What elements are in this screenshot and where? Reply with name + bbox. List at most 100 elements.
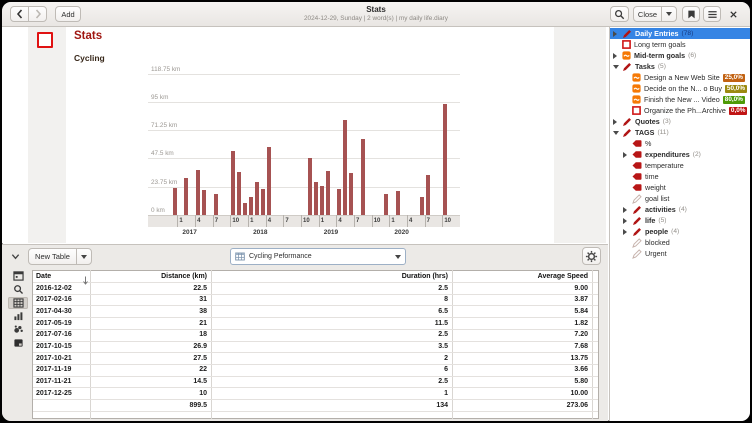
table-cell[interactable]: 2017-11-21 [36, 378, 71, 385]
table-header-2[interactable]: Duration (hrs) [402, 273, 448, 280]
entries-sidebar[interactable]: Daily Entries(78)Long term goalsMid-term… [609, 27, 750, 421]
table-row[interactable] [32, 352, 599, 364]
table-row[interactable] [32, 329, 599, 341]
table-row[interactable] [32, 376, 599, 388]
new-table-menu-button[interactable] [76, 248, 92, 265]
table-header-3[interactable]: Average Speed [538, 273, 588, 280]
add-button[interactable]: Add [55, 6, 81, 22]
table-cell[interactable]: 134 [436, 402, 448, 409]
table-cell[interactable]: 2017-11-19 [36, 366, 71, 373]
table-row[interactable] [32, 387, 599, 399]
table-cell[interactable]: 2017-02-16 [36, 296, 72, 303]
table-cell[interactable]: 2.5 [438, 331, 448, 338]
table-cell[interactable]: 2017-10-15 [36, 343, 72, 350]
table-cell[interactable]: 22 [199, 366, 207, 373]
table-cell[interactable]: 6 [444, 366, 448, 373]
table-cell[interactable]: 2017-12-25 [36, 390, 72, 397]
tree-item-design-a-new-web-site[interactable]: Design a New Web Site25,0% [610, 72, 750, 83]
table-cell[interactable]: 26.9 [193, 343, 207, 350]
table-row[interactable] [32, 305, 599, 317]
table-cell[interactable]: 38 [199, 308, 207, 315]
tree-item-goal-list[interactable]: goal list [610, 193, 750, 204]
tree-item-decide-on-the-n-o-buy[interactable]: Decide on the N... o Buy50,0% [610, 83, 750, 94]
table-cell[interactable]: 2.5 [438, 285, 448, 292]
tree-item-temperature[interactable]: temperature [610, 160, 750, 171]
tree-item-weight[interactable]: weight [610, 182, 750, 193]
table-cell[interactable]: 7.68 [574, 343, 588, 350]
table-settings-button[interactable] [582, 247, 601, 265]
table-cell[interactable]: 2017-07-16 [36, 331, 72, 338]
tree-item-tasks[interactable]: Tasks(5) [610, 61, 750, 72]
table-cell[interactable]: 13.75 [570, 355, 588, 362]
table-row[interactable] [32, 317, 599, 329]
expander-expanded-icon[interactable] [613, 131, 622, 135]
table-cell[interactable]: 1.82 [574, 320, 588, 327]
back-button[interactable] [10, 6, 29, 22]
editor-pane[interactable]: Stats Cycling 0 km23.75 km47.5 km71.25 k… [2, 27, 608, 243]
forward-button[interactable] [28, 6, 47, 22]
tree-item-daily-entries[interactable]: Daily Entries(78) [610, 28, 750, 39]
calendar-panel-button[interactable] [8, 270, 28, 282]
table-cell[interactable]: 3.66 [574, 366, 588, 373]
tree-item-mid-term-goals[interactable]: Mid-term goals(6) [610, 50, 750, 61]
table-row[interactable] [32, 282, 599, 294]
table-cell[interactable]: 273.06 [567, 402, 588, 409]
table-cell[interactable]: 27.5 [193, 355, 207, 362]
tree-item-long-term-goals[interactable]: Long term goals [610, 39, 750, 50]
expander-collapsed-icon[interactable] [613, 53, 622, 59]
table-cell[interactable]: 10.00 [570, 390, 588, 397]
table-cell[interactable]: 1 [444, 390, 448, 397]
table-row[interactable] [32, 294, 599, 306]
table-cell[interactable]: 14.5 [193, 378, 207, 385]
tree-item-urgent[interactable]: Urgent [610, 248, 750, 259]
expander-collapsed-icon[interactable] [623, 207, 632, 213]
expander-collapsed-icon[interactable] [613, 119, 622, 125]
search-button[interactable] [610, 6, 629, 22]
tree-item-tags[interactable]: TAGS(11) [610, 127, 750, 138]
tree-item-quotes[interactable]: Quotes(3) [610, 116, 750, 127]
table-row[interactable] [32, 364, 599, 376]
table-cell[interactable]: 8 [444, 296, 448, 303]
window-close-button[interactable] [725, 6, 741, 22]
bookmark-button[interactable] [682, 6, 700, 22]
table-cell[interactable]: 3.5 [438, 343, 448, 350]
tree-item-life[interactable]: life(5) [610, 215, 750, 226]
table-summary-row[interactable] [32, 399, 599, 411]
tree-item-[interactable]: % [610, 138, 750, 149]
table-cell[interactable]: 2017-05-19 [36, 320, 72, 327]
expander-collapsed-icon[interactable] [623, 218, 632, 224]
table-header-1[interactable]: Distance (km) [161, 273, 207, 280]
collapse-panel-button[interactable] [7, 249, 23, 263]
expander-expanded-icon[interactable] [613, 65, 622, 69]
table-panel-button[interactable] [8, 297, 28, 309]
table-cell[interactable]: 3.87 [574, 296, 588, 303]
table-cell[interactable]: 5.84 [574, 308, 588, 315]
table-cell[interactable]: 2017-10-21 [36, 355, 72, 362]
table-header-0[interactable]: Date [36, 273, 51, 280]
table-cell[interactable]: 31 [199, 296, 207, 303]
table-cell[interactable]: 10 [199, 390, 207, 397]
table-cell[interactable]: 5.80 [574, 378, 588, 385]
tree-item-expenditures[interactable]: expenditures(2) [610, 149, 750, 160]
table-cell[interactable]: 7.20 [574, 331, 588, 338]
table-cell[interactable]: 2.5 [438, 378, 448, 385]
table-cell[interactable]: 9.00 [574, 285, 588, 292]
diary-panel-button[interactable] [8, 337, 28, 349]
search-panel-button[interactable] [8, 283, 28, 295]
menu-button[interactable] [703, 6, 721, 22]
table-row[interactable] [32, 341, 599, 353]
new-table-button[interactable]: New Table [28, 248, 77, 265]
table-cell[interactable]: 11.5 [435, 320, 448, 327]
expander-collapsed-icon[interactable] [623, 229, 632, 235]
elision-checkbox-icon[interactable] [37, 32, 53, 48]
table-cell[interactable]: 21 [199, 320, 207, 327]
table-cell[interactable]: 2016-12-02 [36, 285, 72, 292]
close-menu-arrow-button[interactable] [661, 6, 677, 22]
table-cell[interactable]: 2 [444, 355, 448, 362]
chart-panel-button[interactable] [8, 310, 28, 322]
table-cell[interactable]: 6.5 [438, 308, 448, 315]
theme-panel-button[interactable] [8, 323, 28, 335]
table-cell[interactable]: 22.5 [193, 285, 207, 292]
table-cell[interactable]: 18 [199, 331, 207, 338]
table-selector-combo[interactable]: Cycling Peformance [230, 248, 406, 265]
